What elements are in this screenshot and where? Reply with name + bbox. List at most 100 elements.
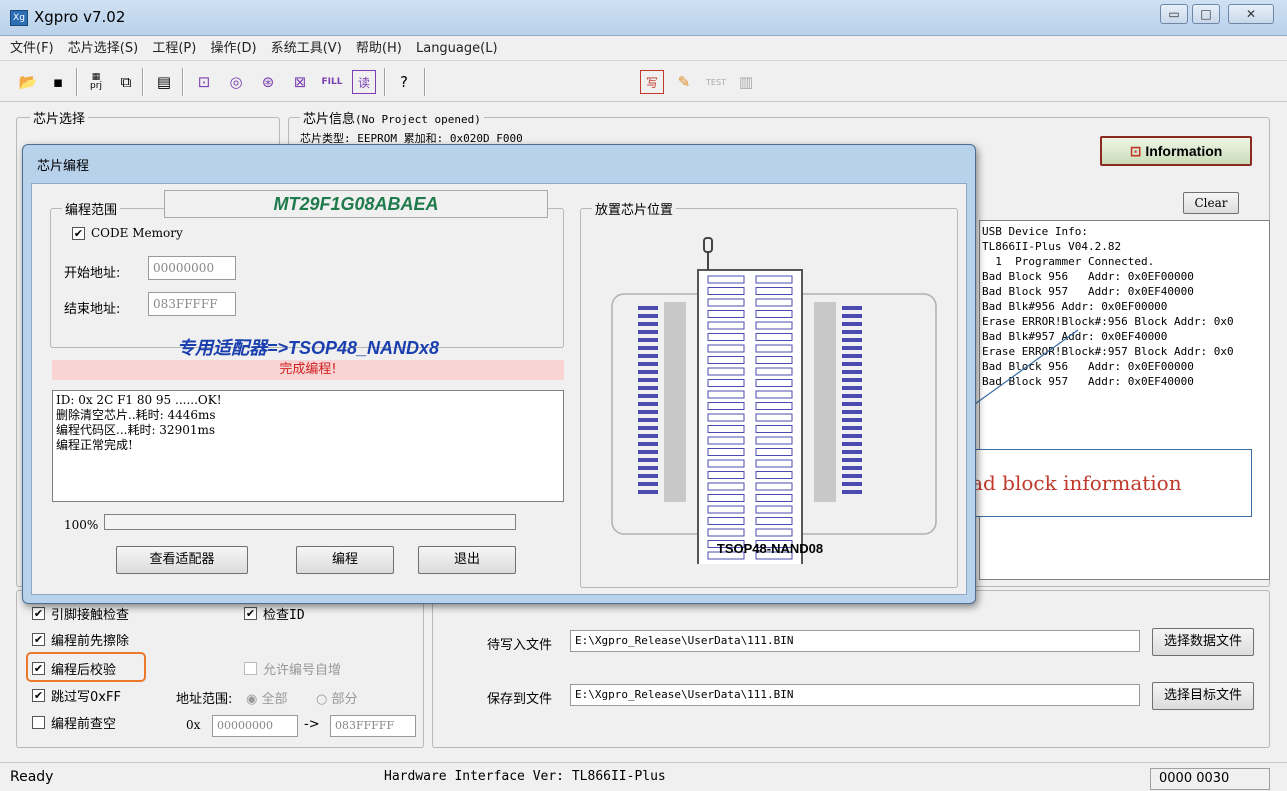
blank-check-icon[interactable]: ◎ bbox=[224, 70, 248, 94]
status-bar: Ready Hardware Interface Ver: TL866II-Pl… bbox=[0, 762, 1287, 791]
status-code: 0000 0030 bbox=[1150, 768, 1270, 790]
pin-mark bbox=[842, 370, 862, 374]
log-line: ID: 0x 2C F1 80 95 ......OK! bbox=[56, 393, 222, 407]
close-icon[interactable]: ✕ bbox=[1228, 4, 1274, 24]
pin-mark bbox=[842, 362, 862, 366]
log-line: 删除清空芯片..耗时: 4446ms bbox=[56, 408, 216, 422]
app-icon: Xg bbox=[10, 10, 28, 26]
fill-icon[interactable]: FILL bbox=[320, 70, 344, 94]
addr-to-field[interactable]: 083FFFFF bbox=[330, 715, 416, 737]
pin-mark bbox=[638, 410, 658, 414]
pin-mark bbox=[842, 450, 862, 454]
window-title: Xgpro v7.02 bbox=[34, 8, 126, 26]
pin-mark bbox=[842, 346, 862, 350]
exit-button[interactable]: 退出 bbox=[418, 546, 516, 574]
save-file-field[interactable]: E:\Xgpro_Release\UserData\111.BIN bbox=[570, 684, 1140, 706]
checkbox-checked: ✔ bbox=[32, 633, 45, 646]
checkbox-checked: ✔ bbox=[32, 607, 45, 620]
memory-icon[interactable]: ▤ bbox=[152, 70, 176, 94]
start-addr-field[interactable]: 00000000 bbox=[148, 256, 236, 280]
pin-mark bbox=[638, 370, 658, 374]
pin-mark bbox=[638, 450, 658, 454]
pin-mark bbox=[638, 458, 658, 462]
pin-mark bbox=[842, 474, 862, 478]
checkbox-checked: ✔ bbox=[32, 662, 45, 675]
log-line: 1 Programmer Connected. bbox=[982, 255, 1155, 268]
write-file-field[interactable]: E:\Xgpro_Release\UserData\111.BIN bbox=[570, 630, 1140, 652]
radio-all[interactable]: ◉ 全部 bbox=[246, 688, 288, 707]
pin-check-option[interactable]: ✔ 引脚接触检查 bbox=[32, 604, 129, 623]
clear-button[interactable]: Clear bbox=[1183, 192, 1239, 214]
erase-icon[interactable]: ⊠ bbox=[288, 70, 312, 94]
checkbox-checked: ✔ bbox=[244, 607, 257, 620]
select-target-file-button[interactable]: 选择目标文件 bbox=[1152, 682, 1254, 710]
maximize-icon[interactable]: □ bbox=[1192, 4, 1220, 24]
status-hw: Hardware Interface Ver: TL866II-Plus bbox=[384, 769, 666, 784]
log-line: 编程代码区...耗时: 32901ms bbox=[56, 423, 216, 437]
pin-mark bbox=[638, 418, 658, 422]
pin-mark bbox=[638, 426, 658, 430]
chip-id-icon[interactable]: ⊡ bbox=[192, 70, 216, 94]
project-icon[interactable]: ▦ prj bbox=[84, 70, 108, 94]
skip-ff-option[interactable]: ✔ 跳过写0xFF bbox=[32, 686, 121, 705]
chip-info-label: 芯片信息(No Project opened) bbox=[300, 108, 484, 127]
auto-serial-option[interactable]: 允许编号自增 bbox=[244, 659, 341, 678]
status-ready: Ready bbox=[10, 769, 54, 785]
blank-check-option[interactable]: 编程前查空 bbox=[32, 713, 116, 732]
status-banner: 完成编程! bbox=[52, 360, 564, 380]
load-icon[interactable]: ⧉ bbox=[114, 70, 138, 94]
menu-help[interactable]: 帮助(H) bbox=[356, 37, 402, 61]
place-chip-label: 放置芯片位置 bbox=[592, 199, 677, 218]
progress-label: 100% bbox=[64, 518, 99, 532]
test-icon[interactable]: TEST bbox=[704, 70, 728, 94]
pin-mark bbox=[842, 394, 862, 398]
menu-language[interactable]: Language(L) bbox=[416, 37, 498, 61]
addr-range-label: 地址范围: bbox=[176, 692, 233, 707]
write-file-label: 待写入文件 bbox=[487, 638, 553, 653]
dialog-title: 芯片编程 bbox=[37, 159, 90, 174]
verify-icon[interactable]: ✎ bbox=[672, 70, 696, 94]
information-button[interactable]: ⊡ Information bbox=[1100, 136, 1252, 166]
dialog-log[interactable]: ID: 0x 2C F1 80 95 ......OK! 删除清空芯片..耗时:… bbox=[52, 390, 564, 502]
menu-project[interactable]: 工程(P) bbox=[152, 37, 196, 61]
pin-mark bbox=[842, 410, 862, 414]
pin-mark bbox=[638, 314, 658, 318]
menu-operation[interactable]: 操作(D) bbox=[210, 37, 256, 61]
log-line: Bad Blk#956 Addr: 0x0EF00000 bbox=[982, 300, 1168, 313]
pin-mark bbox=[638, 378, 658, 382]
toolbar: 📂 ▪ ▦ prj ⧉ ▤ ⊡ ◎ ⊛ ⊠ FILL 读 ? 写 ✎ TEST ▥ bbox=[0, 62, 1287, 102]
pin-mark bbox=[842, 434, 862, 438]
write-icon[interactable]: 写 bbox=[640, 70, 664, 94]
pin-mark bbox=[842, 338, 862, 342]
pin-mark bbox=[638, 402, 658, 406]
program-button[interactable]: 编程 bbox=[296, 546, 394, 574]
code-memory-option[interactable]: ✔ CODE Memory bbox=[72, 226, 183, 240]
help-icon[interactable]: ? bbox=[392, 70, 416, 94]
read-icon[interactable]: 读 bbox=[352, 70, 376, 94]
pin-mark bbox=[842, 306, 862, 310]
checksum-icon[interactable]: ⊛ bbox=[256, 70, 280, 94]
verify-after-option[interactable]: ✔ 编程后校验 bbox=[32, 659, 116, 678]
save-icon[interactable]: ▪ bbox=[46, 70, 70, 94]
minimize-icon[interactable]: ▭ bbox=[1160, 4, 1188, 24]
view-adapter-button[interactable]: 查看适配器 bbox=[116, 546, 248, 574]
menu-chip-select[interactable]: 芯片选择(S) bbox=[68, 37, 138, 61]
menu-tools[interactable]: 系统工具(V) bbox=[271, 37, 342, 61]
open-folder-icon[interactable]: 📂 bbox=[16, 70, 40, 94]
radio-part[interactable]: ○ 部分 bbox=[316, 688, 358, 707]
menu-file[interactable]: 文件(F) bbox=[10, 37, 54, 61]
ic-test-icon[interactable]: ▥ bbox=[734, 70, 758, 94]
files-group bbox=[432, 590, 1270, 748]
program-dialog: 芯片编程 编程范围 MT29F1G08ABAEA ✔ CODE Memory 开始… bbox=[22, 144, 976, 604]
pin-mark bbox=[638, 354, 658, 358]
chip-name: MT29F1G08ABAEA bbox=[164, 190, 548, 218]
erase-before-option[interactable]: ✔ 编程前先擦除 bbox=[32, 630, 129, 649]
package-label: TSOP48-NAND08 bbox=[716, 541, 824, 556]
pin-mark bbox=[638, 330, 658, 334]
select-data-file-button[interactable]: 选择数据文件 bbox=[1152, 628, 1254, 656]
addr-from-field[interactable]: 00000000 bbox=[212, 715, 298, 737]
check-id-option[interactable]: ✔ 检查ID bbox=[244, 604, 305, 623]
end-addr-field[interactable]: 083FFFFF bbox=[148, 292, 236, 316]
pin-mark bbox=[842, 482, 862, 486]
chip-icon: ⊡ bbox=[1129, 143, 1142, 159]
